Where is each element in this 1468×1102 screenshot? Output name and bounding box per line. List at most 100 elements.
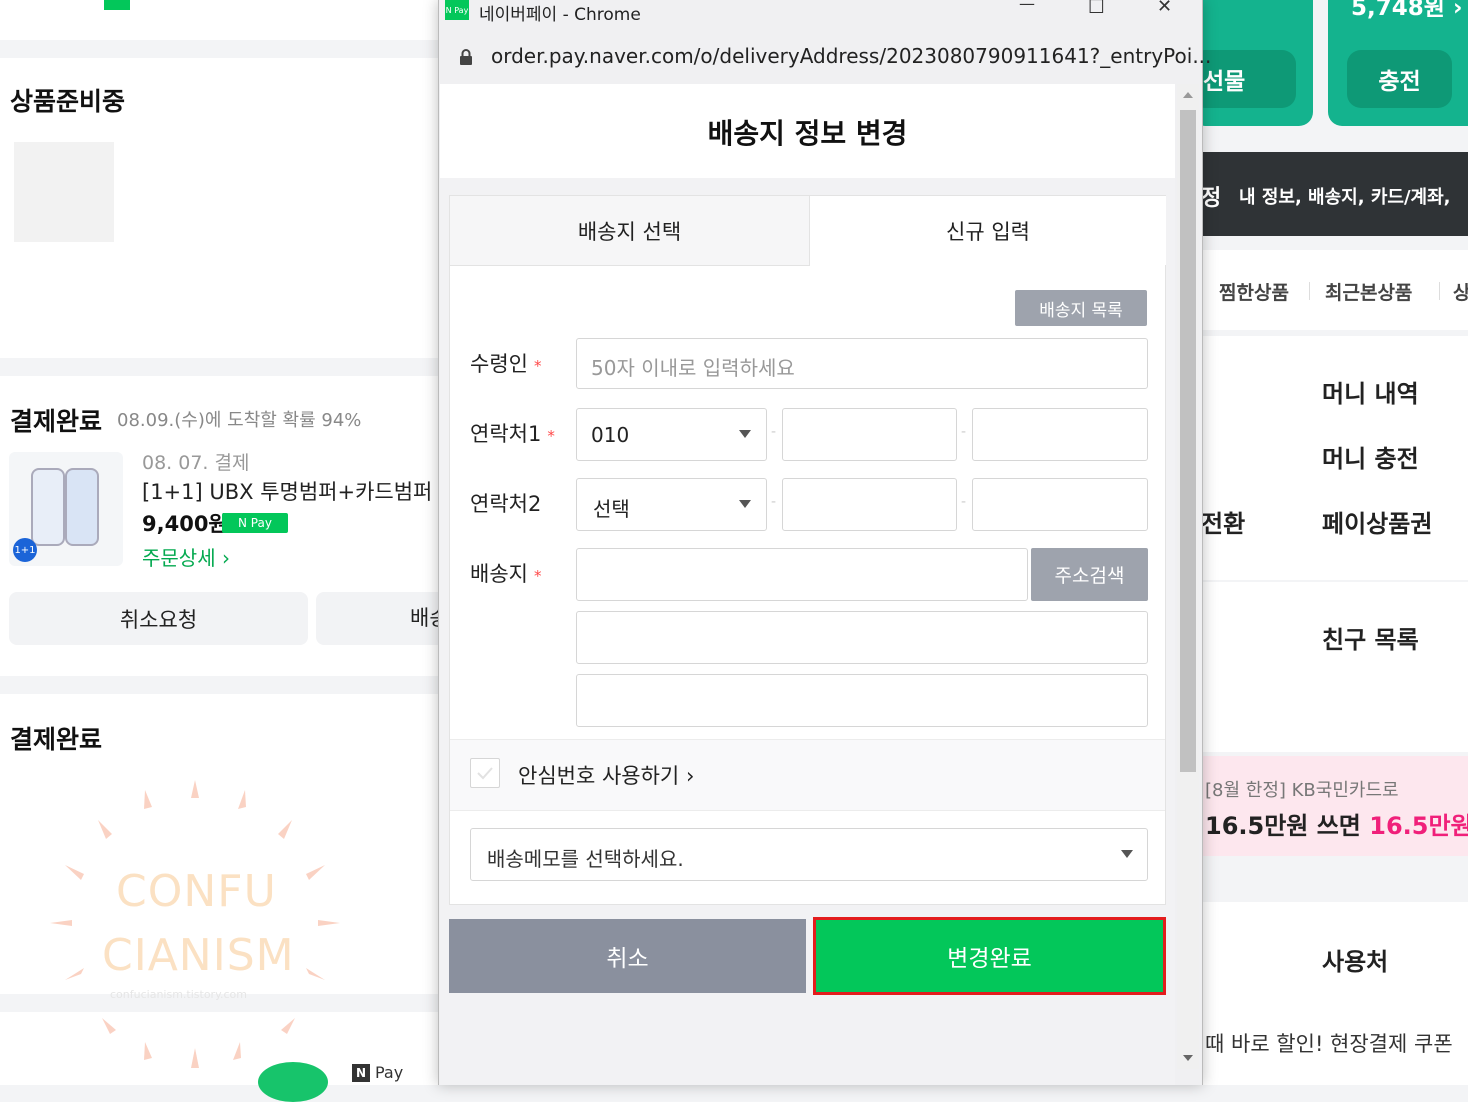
menu-money-charge[interactable]: 머니 충전 bbox=[1322, 439, 1419, 474]
kb-ad-banner[interactable]: [8월 한정] KB국민카드로 16.5만원 쓰면 16.5만원 ! bbox=[1201, 756, 1468, 856]
address-line2-input[interactable] bbox=[576, 674, 1148, 727]
memo-placeholder: 배송메모를 선택하세요. bbox=[487, 847, 684, 871]
recipient-label: 수령인 * bbox=[470, 348, 541, 378]
coupon-strip[interactable]: 때 바로 할인! 현장결제 쿠폰 bbox=[1201, 1022, 1468, 1085]
form-panel: 배송지 선택 신규 입력 배송지 목록 수령인 * 50자 이내로 입력하세요 연… bbox=[449, 195, 1166, 905]
lock-icon bbox=[460, 49, 472, 65]
tab-new-address[interactable]: 신규 입력 bbox=[810, 196, 1166, 265]
address-search-button[interactable]: 주소검색 bbox=[1031, 548, 1148, 601]
paid-section: 결제완료 08.09.(수)에 도착할 확률 94% 1+1 08. 07. 결… bbox=[0, 376, 438, 676]
phone1-prefix-select[interactable]: 010 bbox=[576, 408, 767, 461]
tab-wishlist[interactable]: 찜한상품 bbox=[1219, 278, 1289, 305]
minimize-icon[interactable]: — bbox=[1019, 0, 1035, 13]
close-icon[interactable]: ✕ bbox=[1157, 0, 1172, 17]
wallet-header: 선물 5,748원 › 충전 bbox=[1191, 0, 1468, 152]
safe-number-row: 안심번호 사용하기 › bbox=[450, 739, 1165, 811]
chevron-down-icon bbox=[1121, 850, 1133, 858]
product-price: 9,400원 bbox=[142, 512, 228, 536]
phone1-middle-input[interactable] bbox=[782, 408, 957, 461]
scroll-thumb[interactable] bbox=[1180, 110, 1196, 772]
divider bbox=[1309, 282, 1310, 300]
tab-more[interactable]: 상 bbox=[1453, 278, 1468, 305]
required-mark: * bbox=[547, 427, 555, 445]
npay-badge: N Pay bbox=[222, 513, 288, 533]
page-content: 배송지 정보 변경 배송지 선택 신규 입력 배송지 목록 수령인 * 50자 이… bbox=[440, 84, 1175, 1085]
phone1-prefix-value: 010 bbox=[591, 423, 630, 447]
ad-line1: [8월 한정] KB국민카드로 bbox=[1205, 780, 1399, 801]
phone2-prefix-value: 선택 bbox=[593, 497, 630, 521]
safe-number-text: 안심번호 사용하기 bbox=[518, 764, 680, 788]
money-menu: 머니 내역 머니 충전 전환 페이상품권 bbox=[1201, 336, 1468, 580]
delivery-memo-select[interactable]: 배송메모를 선택하세요. bbox=[470, 828, 1148, 881]
address-list-button[interactable]: 배송지 목록 bbox=[1015, 290, 1147, 326]
mascot-icon bbox=[258, 1062, 328, 1102]
menu-usage[interactable]: 사용처 bbox=[1322, 942, 1388, 977]
cancel-button[interactable]: 취소 bbox=[449, 919, 806, 993]
section-title-paid: 결제완료 bbox=[10, 407, 103, 436]
dash: - bbox=[961, 424, 967, 440]
popup-window: N Pay 네이버페이 - Chrome — ☐ ✕ order.pay.nav… bbox=[438, 0, 1211, 1085]
address-bar[interactable]: order.pay.naver.com/o/deliveryAddress/20… bbox=[439, 26, 1211, 84]
tab-select-address[interactable]: 배송지 선택 bbox=[450, 196, 810, 266]
menu-money-history[interactable]: 머니 내역 bbox=[1322, 374, 1419, 409]
chevron-right-icon: › bbox=[1452, 0, 1463, 21]
npay-n-icon: N bbox=[352, 1064, 370, 1082]
maximize-icon[interactable]: ☐ bbox=[1088, 0, 1105, 18]
paid-section-2: 결제완료 CONFU CIANISM confucianism.tistory.… bbox=[0, 694, 438, 1001]
dash: - bbox=[961, 494, 967, 510]
banner-prefix: 정 bbox=[1201, 186, 1222, 211]
ad-line2: 16.5만원 쓰면 16.5만원 ! bbox=[1205, 806, 1468, 841]
safe-number-checkbox[interactable] bbox=[470, 758, 500, 788]
menu-convert[interactable]: 전환 bbox=[1201, 504, 1245, 539]
phone1-last-input[interactable] bbox=[972, 408, 1148, 461]
check-icon bbox=[477, 767, 493, 780]
chevron-right-icon: › bbox=[685, 764, 695, 788]
postcode-input[interactable] bbox=[576, 548, 1028, 601]
watermark-line2: CIANISM bbox=[102, 930, 295, 981]
product-thumbnail[interactable]: 1+1 bbox=[9, 452, 123, 566]
required-mark: * bbox=[533, 357, 542, 375]
green-bar-icon bbox=[104, 0, 130, 10]
phone2-middle-input[interactable] bbox=[782, 478, 957, 531]
balance-value: 5,748원 bbox=[1351, 0, 1445, 21]
order-date: 08. 07. 결제 bbox=[142, 452, 250, 474]
dash: - bbox=[771, 424, 777, 440]
phone2-label: 연락처2 bbox=[470, 492, 542, 516]
charge-button[interactable]: 충전 bbox=[1347, 50, 1452, 108]
recipient-input[interactable]: 50자 이내로 입력하세요 bbox=[576, 338, 1148, 389]
info-banner[interactable]: 정 내 정보, 배송지, 카드/계좌, bbox=[1201, 152, 1468, 236]
footer-npay-label: Pay bbox=[375, 1063, 404, 1082]
dash: - bbox=[771, 494, 777, 510]
safe-number-link[interactable]: 안심번호 사용하기 › bbox=[518, 760, 694, 790]
menu-pay-voucher[interactable]: 페이상품권 bbox=[1322, 504, 1432, 539]
phone1-label: 연락처1 * bbox=[470, 418, 555, 448]
menu-friends[interactable]: 친구 목록 bbox=[1322, 620, 1419, 655]
cancel-request-button[interactable]: 취소요청 bbox=[9, 592, 308, 645]
url-text: order.pay.naver.com/o/deliveryAddress/20… bbox=[491, 44, 1212, 68]
delivery-button[interactable]: 배송 bbox=[316, 592, 438, 645]
watermark-line1: CONFU bbox=[116, 866, 277, 917]
scrollbar[interactable] bbox=[1177, 84, 1199, 1069]
address-label-text: 배송지 bbox=[470, 562, 528, 586]
title-bar[interactable]: N Pay 네이버페이 - Chrome — ☐ ✕ bbox=[439, 0, 1202, 26]
phone-case-image bbox=[65, 468, 99, 546]
product-name[interactable]: [1+1] UBX 투명범퍼+카드범퍼 bbox=[142, 476, 432, 506]
divider bbox=[1439, 282, 1440, 300]
recipient-label-text: 수령인 bbox=[470, 352, 528, 376]
address-line1-input[interactable] bbox=[576, 611, 1148, 664]
scroll-up-icon[interactable] bbox=[1183, 92, 1193, 98]
usage-menu: 사용처 bbox=[1201, 902, 1468, 1022]
phone2-prefix-select[interactable]: 선택 bbox=[576, 478, 767, 531]
watermark-url: confucianism.tistory.com bbox=[110, 988, 248, 1001]
faded-thumbnail bbox=[14, 142, 114, 242]
tab-recent[interactable]: 최근본상품 bbox=[1325, 278, 1412, 305]
order-detail-link[interactable]: 주문상세 › bbox=[142, 542, 230, 571]
phone2-last-input[interactable] bbox=[972, 478, 1148, 531]
watermark-area: CONFU CIANISM confucianism.tistory.com bbox=[20, 760, 414, 1001]
chevron-down-icon bbox=[739, 430, 751, 438]
confirm-change-button[interactable]: 변경완료 bbox=[813, 917, 1166, 995]
recipient-placeholder: 50자 이내로 입력하세요 bbox=[591, 356, 795, 380]
banner-text: 내 정보, 배송지, 카드/계좌, bbox=[1239, 187, 1451, 208]
top-strip bbox=[0, 0, 438, 40]
scroll-down-icon[interactable] bbox=[1183, 1055, 1193, 1061]
